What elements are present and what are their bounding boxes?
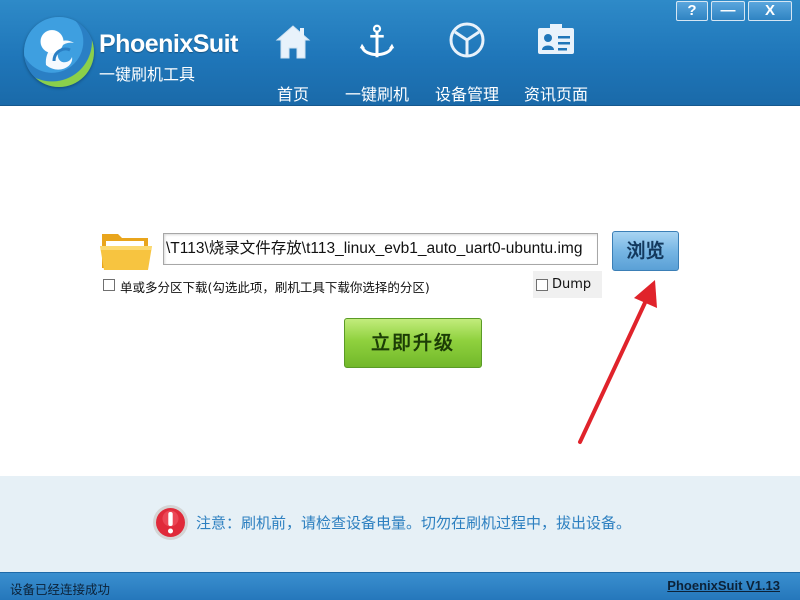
app-subtitle: 一键刷机工具 — [99, 65, 196, 84]
notice-text: 注意：刷机前，请检查设备电量。切勿在刷机过程中，拔出设备。 — [196, 514, 632, 532]
folder-icon — [100, 234, 152, 270]
news-icon — [538, 24, 574, 54]
close-button[interactable]: X — [748, 1, 792, 21]
image-path-field[interactable]: \T113\烧录文件存放\t113_linux_evb1_auto_uart0-… — [163, 233, 598, 265]
nav-home[interactable]: 首页 — [253, 18, 333, 104]
nav-label: 一键刷机 — [344, 85, 409, 104]
browse-button[interactable]: 浏览 — [612, 231, 679, 271]
nav-flash[interactable]: 一键刷机 — [337, 18, 417, 104]
cube-icon — [449, 22, 485, 58]
anchor-icon — [359, 24, 395, 58]
app-title: PhoenixSuit — [99, 30, 238, 58]
nav-label: 设备管理 — [434, 85, 499, 104]
version-link[interactable]: PhoenixSuit V1.13 — [667, 578, 780, 593]
red-arrow-annotation — [578, 280, 657, 444]
nav-label: 首页 — [276, 85, 309, 104]
nav-news[interactable]: 资讯页面 — [516, 18, 596, 104]
header-bar: PhoenixSuit 一键刷机工具 首页 一键刷机 设备管理 资讯页面 ? —… — [0, 0, 800, 106]
dump-checkbox[interactable] — [536, 279, 548, 291]
minimize-button[interactable]: — — [711, 1, 745, 21]
multi-partition-checkbox[interactable] — [103, 279, 115, 291]
nav-device-management[interactable]: 设备管理 — [427, 18, 507, 104]
upgrade-now-button[interactable]: 立即升级 — [344, 318, 482, 368]
nav-label: 资讯页面 — [523, 85, 588, 104]
connection-status: 设备已经连接成功 — [10, 582, 111, 597]
multi-partition-label: 单或多分区下载(勾选此项，刷机工具下载你选择的分区) — [120, 280, 430, 295]
warning-icon — [153, 505, 188, 540]
home-icon — [275, 25, 311, 59]
help-button[interactable]: ? — [676, 1, 708, 21]
window-controls: ? — X — [673, 1, 792, 22]
status-bar: 设备已经连接成功 PhoenixSuit V1.13 — [0, 572, 800, 600]
phoenix-logo-icon — [24, 17, 94, 87]
